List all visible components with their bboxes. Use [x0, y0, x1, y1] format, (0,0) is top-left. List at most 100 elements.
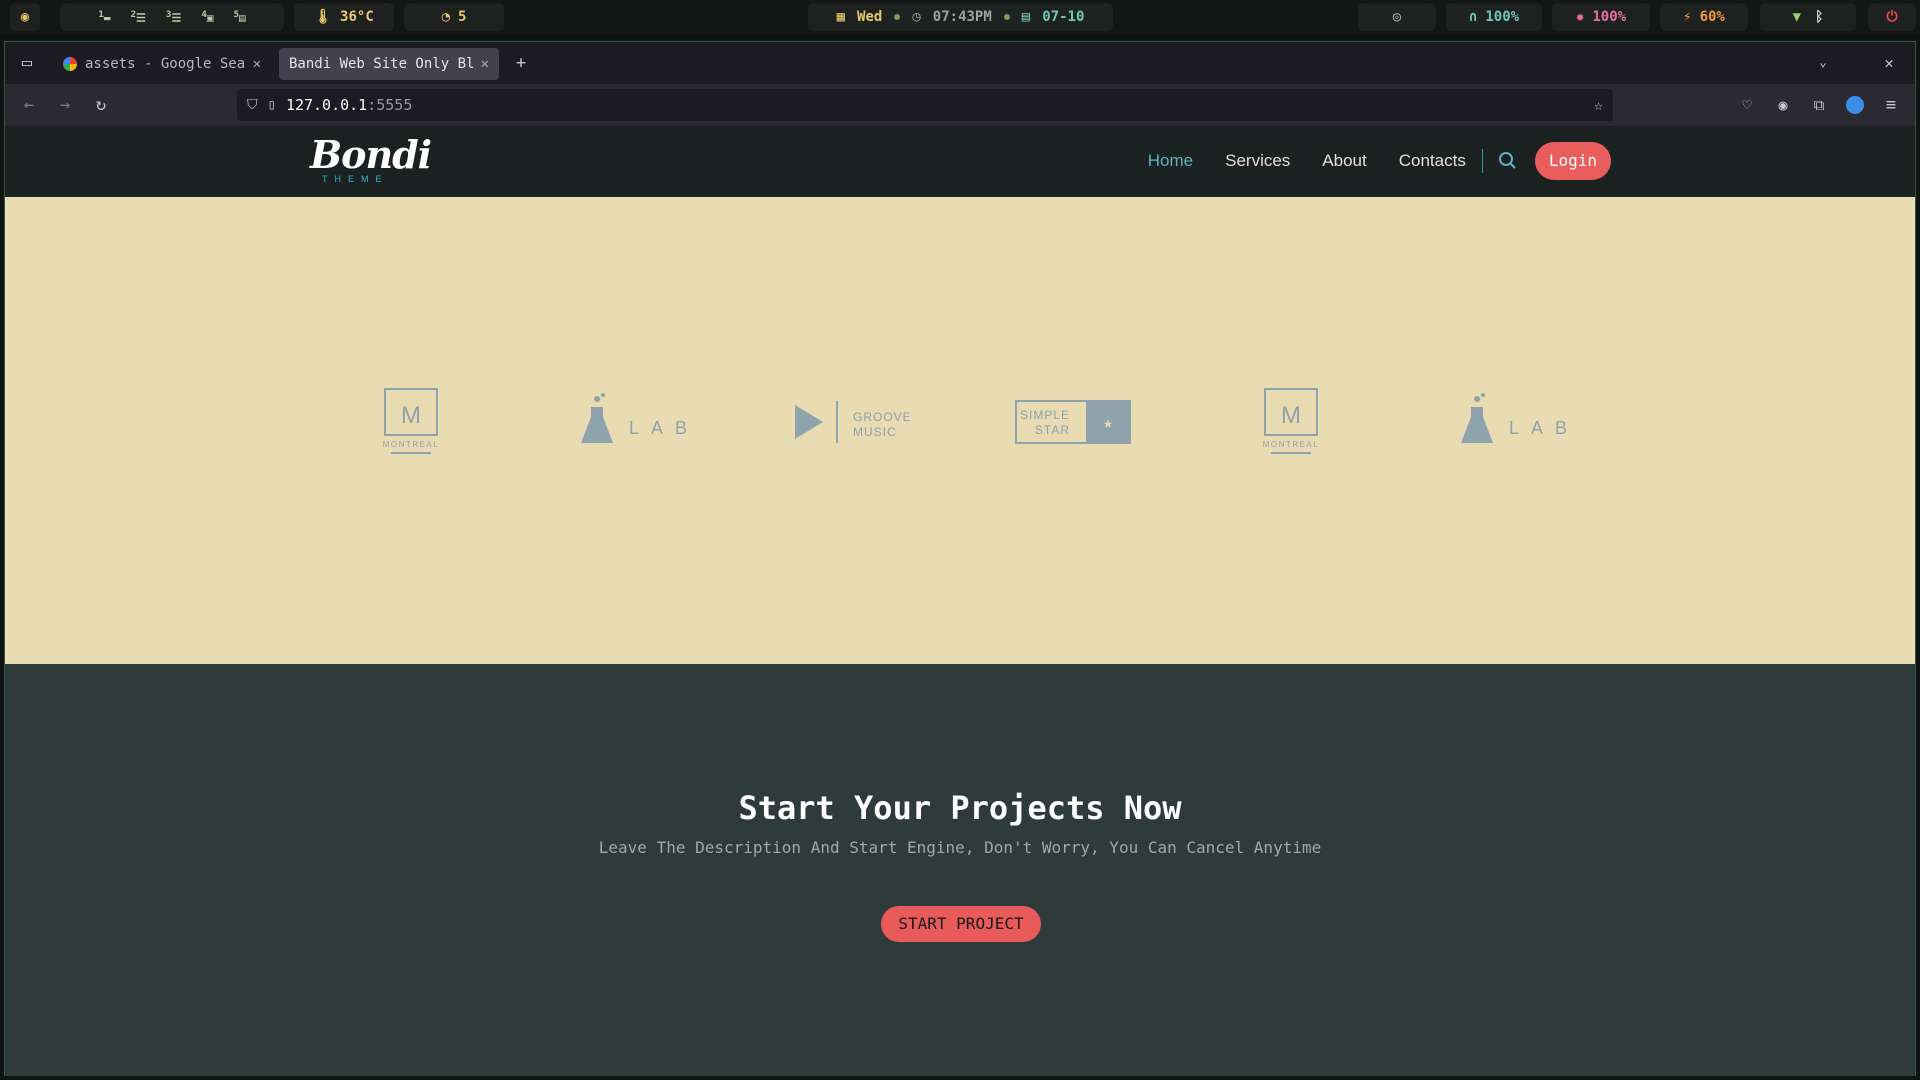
headphones-icon: ∩ [1468, 9, 1478, 25]
address-bar[interactable]: ⛉ ▯ 127.0.0.1:5555 ☆ [237, 89, 1613, 121]
menu-button[interactable]: ≡ [1879, 93, 1903, 117]
launcher-icon: ◉ [20, 9, 30, 25]
nav-services[interactable]: Services [1225, 151, 1290, 171]
account-button[interactable]: ◉ [1771, 93, 1795, 117]
date-icon: ▤ [1021, 9, 1031, 25]
arrow-right-icon: → [59, 95, 71, 115]
brightness-value: 100% [1592, 9, 1627, 25]
power-button[interactable]: ⏻ [1868, 3, 1916, 31]
battery-widget: ⚡ 60% [1660, 3, 1748, 31]
brand-montreal[interactable]: M MONTREAL [377, 387, 447, 457]
site-header: Bondi THEME Home Services About Contacts… [5, 126, 1915, 197]
logo-subtitle: THEME [322, 174, 389, 184]
reload-button[interactable]: ↻ [89, 93, 113, 117]
start-project-button[interactable]: START PROJECT [881, 906, 1041, 942]
plus-icon: + [515, 53, 527, 73]
power-icon: ⏻ [1886, 9, 1898, 25]
updates-widget: ◔ 5 [404, 3, 504, 31]
puzzle-icon: ⧉ [1813, 96, 1825, 114]
montreal-mark: M [401, 402, 421, 429]
folder-icon: ▭ [21, 53, 33, 73]
reload-icon: ↻ [95, 95, 107, 115]
cta-subtitle: Leave The Description And Start Engine, … [598, 838, 1322, 857]
site-logo[interactable]: Bondi THEME [310, 132, 432, 188]
battery-value: 60% [1699, 9, 1725, 25]
tab-title: Bandi Web Site Only Blank [289, 56, 473, 72]
brand-lab[interactable]: LAB [579, 387, 691, 457]
extension-button[interactable] [1843, 93, 1867, 117]
brand-montreal[interactable]: M MONTREAL [1257, 387, 1327, 457]
bluetooth-icon: ᛒ [1815, 9, 1824, 25]
bookmark-star-icon[interactable]: ☆ [1594, 96, 1603, 114]
montreal-text: MONTREAL [383, 440, 439, 449]
clock-widget: ▦ Wed ◷ 07:43PM ▤ 07-10 [808, 3, 1113, 31]
volume-widget[interactable]: ∩ 100% [1446, 3, 1542, 31]
pocket-icon: ♡ [1742, 96, 1752, 114]
close-tab-icon[interactable]: ✕ [253, 56, 261, 72]
speedometer-icon: ◔ [441, 9, 450, 25]
search-button[interactable] [1497, 150, 1519, 172]
extensions-button[interactable]: ⧉ [1807, 93, 1831, 117]
brand-simple-star[interactable]: ★ SIMPLE STAR [1012, 387, 1136, 457]
close-window-button[interactable]: ✕ [1877, 51, 1901, 75]
close-tab-icon[interactable]: ✕ [481, 56, 489, 72]
logo-script: Bondi [310, 132, 432, 177]
tab-title: assets - Google Search [85, 56, 245, 72]
nav-home[interactable]: Home [1148, 151, 1193, 171]
account-icon: ◉ [1778, 96, 1788, 114]
montreal-logo: M MONTREAL [1263, 388, 1319, 454]
workspace-2[interactable]: 2☰ [131, 9, 146, 25]
cta-title: Start Your Projects Now [738, 789, 1182, 827]
lab-logo: LAB [1461, 393, 1571, 443]
montreal-mark: M [1281, 402, 1301, 429]
arrow-left-icon: ← [23, 95, 35, 115]
chevron-down-icon: ⌄ [1819, 55, 1827, 70]
star-icon: ★ [1103, 413, 1113, 432]
menu-divider [1481, 149, 1483, 173]
workspace-5[interactable]: 5▤ [233, 9, 245, 25]
montreal-text: MONTREAL [1263, 440, 1319, 449]
groove-text-2: MUSIC [853, 425, 897, 439]
time-label: 07:43PM [932, 9, 992, 25]
google-icon [63, 57, 77, 71]
close-icon: ✕ [1884, 54, 1894, 72]
wifi-icon: ▼ [1792, 9, 1802, 25]
new-tab-button[interactable]: + [509, 51, 533, 75]
workspace-1[interactable]: 1▬ [98, 9, 110, 25]
search-icon [1498, 152, 1516, 169]
tab-google-search[interactable]: assets - Google Search ✕ [53, 48, 271, 80]
separator-dot [894, 14, 901, 20]
temperature-widget: 🌡 36°C [294, 3, 394, 31]
volume-value: 100% [1485, 9, 1520, 25]
workspace-3[interactable]: 3☰ [166, 9, 181, 25]
nav-about[interactable]: About [1322, 151, 1366, 171]
visibility-toggle[interactable]: ◎ [1358, 3, 1436, 31]
brand-groove-music[interactable]: GROOVE MUSIC [793, 387, 917, 457]
pocket-button[interactable]: ♡ [1735, 93, 1759, 117]
brands-section: M MONTREAL LAB GROOVE [5, 197, 1915, 693]
tab-overview-button[interactable]: ▭ [15, 51, 39, 75]
lab-text: LAB [1509, 418, 1571, 438]
launcher-button[interactable]: ◉ [10, 3, 40, 31]
web-page: Bondi THEME Home Services About Contacts… [5, 126, 1915, 1076]
back-button[interactable]: ← [17, 93, 41, 117]
nav-contacts[interactable]: Contacts [1399, 151, 1466, 171]
hamburger-icon: ≡ [1885, 95, 1897, 115]
page-icon: ▯ [267, 97, 276, 113]
tab-list-button[interactable]: ⌄ [1811, 51, 1835, 75]
brightness-icon: ✹ [1575, 9, 1585, 25]
cta-section: Start Your Projects Now Leave The Descri… [5, 664, 1915, 1076]
brand-lab[interactable]: LAB [1459, 387, 1571, 457]
network-widget[interactable]: ▼ ᛒ [1760, 3, 1856, 31]
brightness-widget[interactable]: ✹ 100% [1552, 3, 1650, 31]
url-text: 127.0.0.1:5555 [286, 96, 412, 114]
forward-button[interactable]: → [53, 93, 77, 117]
workspace-switcher: 1▬ 2☰ 3☰ 4▣ 5▤ [60, 3, 284, 31]
navigation-bar: ← → ↻ ⛉ ▯ 127.0.0.1:5555 ☆ ♡ ◉ ⧉ ≡ [5, 84, 1915, 126]
workspace-4[interactable]: 4▣ [201, 9, 213, 25]
url-host: 127.0.0.1 [285, 96, 368, 114]
tab-bandi-site[interactable]: Bandi Web Site Only Blank ✕ [279, 48, 499, 80]
browser-window: ▭ assets - Google Search ✕ Bandi Web Sit… [4, 41, 1916, 1076]
login-button[interactable]: Login [1534, 142, 1611, 180]
groove-text-1: GROOVE [853, 410, 912, 424]
